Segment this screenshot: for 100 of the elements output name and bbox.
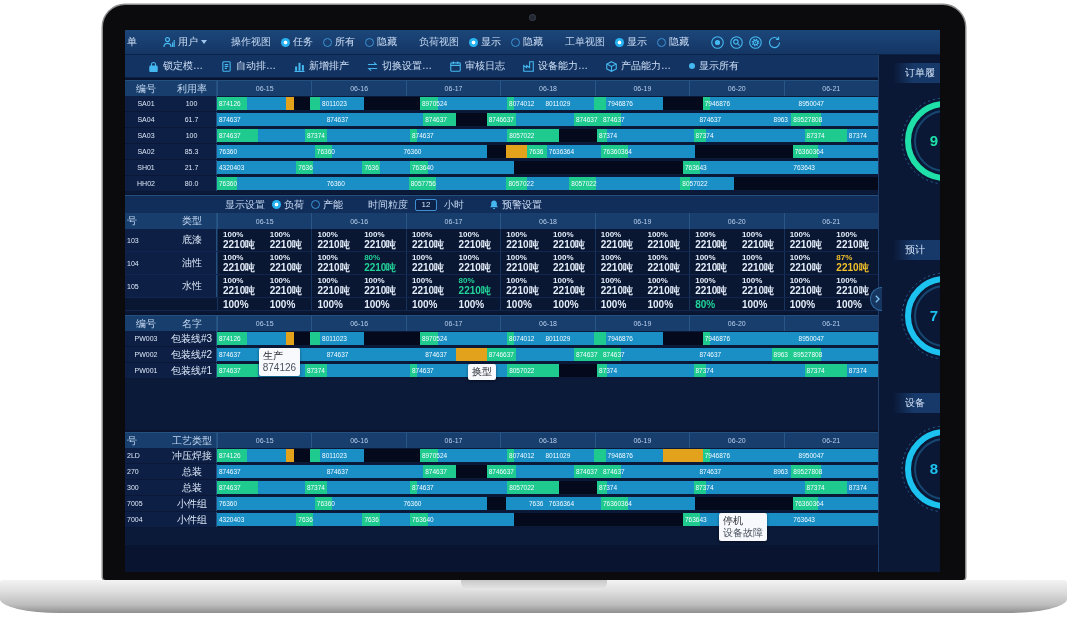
radio-option[interactable]: 负荷 [272,197,304,212]
radio-option[interactable]: 任务 [281,35,313,49]
load-amount: 2210吨 [506,239,539,250]
load-amount: 2210吨 [317,285,350,296]
user-icon [163,36,175,48]
column-header: 利用率 [176,81,207,96]
load-percent: 100% [317,276,338,285]
load-percent: 100% [741,253,763,262]
granularity-label: 时间粒度 [368,197,408,212]
panel-title: 预计 [893,240,940,260]
load-percent: 100% [553,230,574,239]
load-percent: 100% [269,230,291,239]
toolbar-button[interactable]: 新增排产 [291,57,352,75]
load-amount: 2210吨 [600,285,633,296]
load-amount: 2210吨 [317,239,350,250]
load-amount: 2210吨 [741,285,775,296]
load-percent: 100% [695,253,716,262]
settings-label: 显示设置 [225,197,265,212]
type-label: 底漆 [181,233,202,247]
load-percent: 100% [836,230,857,239]
load-amount: 2210吨 [695,239,728,250]
unit-label: 小时 [444,197,464,212]
load-percent: 100% [506,253,527,262]
toolbar-button[interactable]: 产品能力… [603,57,674,75]
toolbar-button[interactable]: 切换设置… [364,57,435,75]
radio-option[interactable]: 隐藏 [365,35,397,49]
load-percent: 100% [506,276,527,285]
load-percent: 100% [223,276,244,285]
type-label: 水性 [181,279,202,293]
radio-option[interactable]: 显示 [469,35,501,49]
load-amount: 2210吨 [223,285,256,296]
load-amount: 2210吨 [600,262,633,273]
load-percent: 100% [647,276,668,285]
tooltip-title: 换型 [471,366,492,378]
refresh-icon[interactable] [768,35,781,49]
load-amount: 2210吨 [506,262,539,273]
load-percent: 100% [789,276,811,285]
load-percent: 100% [269,276,291,285]
load-percent: 100% [600,253,622,262]
toolbar-button[interactable]: 审核日志 [447,57,508,75]
gear-icon[interactable] [749,35,762,49]
radio-option[interactable]: 隐藏 [657,35,689,49]
search-icon[interactable] [730,35,743,49]
load-percent: 100% [458,253,480,262]
user-menu-button[interactable]: 用户 [161,33,209,51]
process-type: 总装 [181,464,202,479]
process-type: 冲压焊接 [171,448,212,463]
panel-title: 订单履 [893,63,940,83]
load-percent: 100% [741,276,763,285]
load-percent: 100% [836,276,857,285]
load-amount: 2210吨 [789,262,822,273]
radio-option[interactable]: 隐藏 [511,35,543,49]
group-label: 操作视图 [231,35,271,49]
camera-icon [530,15,535,20]
gauge-value: 9 [929,132,938,149]
load-percent: 100% [223,253,244,262]
alert-settings-button[interactable]: 预警设置 [487,196,544,213]
load-amount: 2210吨 [789,285,822,296]
load-percent: 100% [411,230,433,239]
load-amount: 2210吨 [269,262,302,273]
box-icon [606,60,617,72]
load-percent: 100% [364,230,385,239]
process-type: 小件组 [176,496,207,511]
load-percent: 100% [317,230,338,239]
radio-option[interactable]: 显示 [615,35,647,49]
load-percent: 100% [364,298,390,310]
toolbar-button[interactable]: 锁定模… [145,57,206,75]
target-icon[interactable] [711,35,724,49]
group-label: 工单视图 [565,35,605,49]
load-percent: 100% [364,276,385,285]
load-percent: 100% [789,230,811,239]
radio-option[interactable]: 所有 [323,35,355,49]
load-percent: 80% [458,276,475,285]
load-amount: 2210吨 [553,285,586,296]
line-name: 包装线#1 [170,363,213,378]
tooltip-text: 设备故障 [722,527,763,539]
load-percent: 100% [458,230,480,239]
load-percent: 100% [317,298,343,310]
load-percent: 100% [741,230,763,239]
load-amount: 2210吨 [223,239,256,250]
column-header: 号 [127,214,137,228]
panel-title: 设备 [893,393,940,413]
toolbar-text: 单 [127,35,137,49]
toolbar-button[interactable]: 设备能力… [520,57,591,75]
load-percent: 100% [411,253,433,262]
load-amount: 2210吨 [553,239,586,250]
load-percent: 100% [741,298,768,310]
column-header: 工艺类型 [171,433,212,448]
load-percent: 100% [647,230,668,239]
granularity-field[interactable]: 12 [415,198,437,211]
load-amount: 2210吨 [695,262,728,273]
load-amount: 2210吨 [364,285,397,296]
load-percent: 100% [647,253,668,262]
toolbar-button[interactable]: 自动排… [218,57,279,75]
load-amount: 2210吨 [223,262,256,273]
toolbar-button[interactable]: 显示所有 [686,57,742,75]
bell-icon [489,199,499,210]
radio-option[interactable]: 产能 [311,197,343,212]
load-amount: 2210吨 [836,239,869,250]
load-amount: 2210吨 [317,262,350,273]
